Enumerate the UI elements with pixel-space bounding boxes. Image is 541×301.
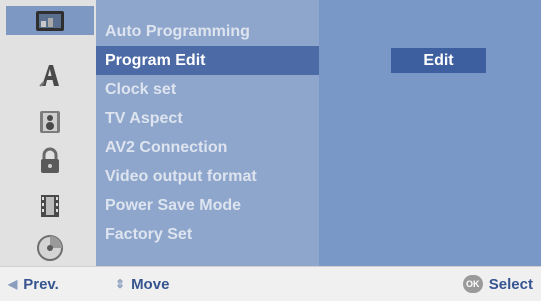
menu-item-tv-aspect[interactable]: TV Aspect xyxy=(96,104,319,133)
value-panel: Edit xyxy=(319,0,541,266)
film-reel-icon[interactable] xyxy=(6,191,94,220)
tv-screen-icon[interactable] xyxy=(6,6,94,35)
prev-hint: ◀ Prev. xyxy=(8,267,59,301)
disc-icon[interactable] xyxy=(6,233,94,262)
menu-item-power-save-mode[interactable]: Power Save Mode xyxy=(96,191,319,220)
bottom-hint-bar: ◀ Prev. ⇕ Move OK Select xyxy=(0,266,541,301)
menu-item-video-output-format[interactable]: Video output format xyxy=(96,162,319,191)
move-hint: ⇕ Move xyxy=(115,267,169,301)
left-arrow-icon: ◀ xyxy=(8,277,18,291)
menu-list: Auto Programming Program Edit Clock set … xyxy=(96,0,319,266)
category-icon-column xyxy=(0,0,97,266)
language-a-icon[interactable] xyxy=(6,60,94,89)
edit-option-button[interactable]: Edit xyxy=(391,48,486,73)
menu-item-factory-set[interactable]: Factory Set xyxy=(96,220,319,249)
setup-menu-screen: Auto Programming Program Edit Clock set … xyxy=(0,0,541,301)
speaker-icon[interactable] xyxy=(6,107,94,136)
menu-item-program-edit[interactable]: Program Edit xyxy=(96,46,319,75)
select-label: Select xyxy=(488,275,533,293)
lock-icon[interactable] xyxy=(6,146,94,175)
select-hint: OK Select xyxy=(462,267,533,301)
ok-button-icon: OK xyxy=(462,275,483,293)
move-label: Move xyxy=(131,275,170,293)
prev-label: Prev. xyxy=(23,275,59,293)
up-down-arrow-icon: ⇕ xyxy=(115,277,126,291)
menu-item-auto-programming[interactable]: Auto Programming xyxy=(96,17,319,46)
menu-item-av2-connection[interactable]: AV2 Connection xyxy=(96,133,319,162)
menu-item-clock-set[interactable]: Clock set xyxy=(96,75,319,104)
